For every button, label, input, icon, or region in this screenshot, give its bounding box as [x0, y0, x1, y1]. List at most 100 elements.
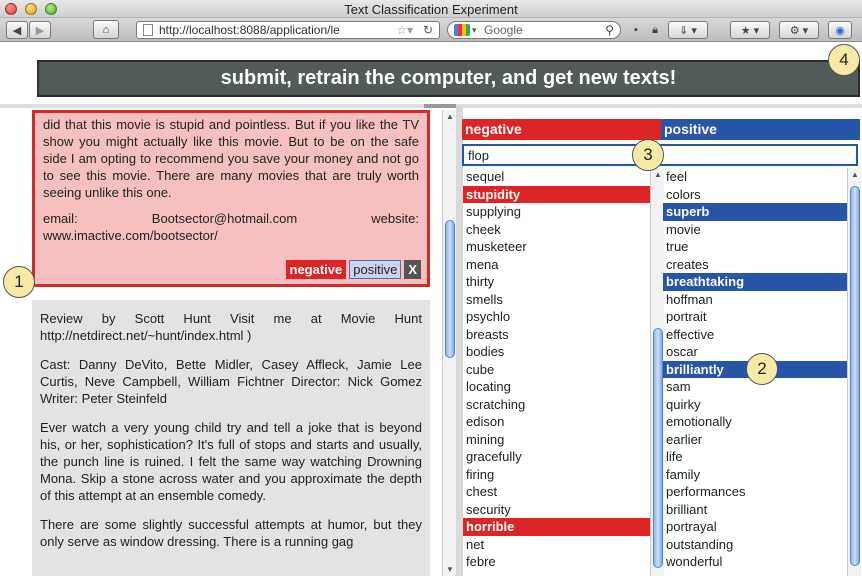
- bookmarks-button[interactable]: ★ ▾: [730, 21, 770, 39]
- word-item[interactable]: breasts: [463, 326, 650, 344]
- word-item[interactable]: effective: [663, 326, 850, 344]
- forward-arrow-icon: ▶: [35, 24, 45, 37]
- positive-list-scrollbar[interactable]: ▲: [847, 168, 861, 576]
- word-item[interactable]: superb: [663, 203, 850, 221]
- download-button[interactable]: ⇓ ▾: [668, 21, 708, 39]
- word-item[interactable]: performances: [663, 483, 850, 501]
- word-item[interactable]: wonderful: [663, 553, 850, 571]
- word-item[interactable]: bodies: [463, 343, 650, 361]
- review-text: Review by Scott Hunt Visit me at Movie H…: [40, 311, 422, 343]
- word-item[interactable]: supplying: [463, 203, 650, 221]
- word-item[interactable]: outstanding: [663, 536, 850, 554]
- reviews-pane: did that this movie is stupid and pointl…: [20, 110, 440, 576]
- url-bar[interactable]: http://localhost:8088/application/le ☆▾ …: [136, 21, 440, 39]
- scroll-thumb[interactable]: [653, 328, 663, 568]
- word-item[interactable]: breathtaking: [663, 273, 850, 291]
- word-item[interactable]: portrayal: [663, 518, 850, 536]
- tabs-icon[interactable]: ▪: [627, 21, 645, 39]
- word-item[interactable]: cube: [463, 361, 650, 379]
- word-item[interactable]: creates: [663, 256, 850, 274]
- word-item[interactable]: net: [463, 536, 650, 554]
- extension-button[interactable]: ◉: [828, 21, 852, 39]
- google-icon: [454, 24, 470, 36]
- callout-3: 3: [632, 139, 664, 171]
- word-item[interactable]: chest: [463, 483, 650, 501]
- word-item[interactable]: psychlo: [463, 308, 650, 326]
- word-item[interactable]: cheek: [463, 221, 650, 239]
- label-negative-button[interactable]: negative: [285, 260, 347, 279]
- home-button[interactable]: ⌂: [93, 20, 119, 39]
- word-item[interactable]: thirty: [463, 273, 650, 291]
- splitter-grip[interactable]: [424, 104, 456, 108]
- review-card-negative[interactable]: did that this movie is stupid and pointl…: [32, 110, 430, 287]
- forward-button[interactable]: ▶: [29, 21, 51, 39]
- extension-icon: ◉: [835, 24, 845, 37]
- home-icon: ⌂: [102, 23, 110, 36]
- scroll-up-icon[interactable]: ▲: [848, 170, 862, 179]
- word-item[interactable]: movie: [663, 221, 850, 239]
- review-label-buttons: negative positive X: [285, 260, 421, 279]
- word-item[interactable]: stupidity: [463, 185, 650, 203]
- negative-list-scrollbar[interactable]: ▲: [650, 168, 664, 576]
- positive-column-header: positive: [661, 119, 860, 140]
- email-label: email:: [43, 211, 78, 226]
- word-item[interactable]: security: [463, 501, 650, 519]
- download-icon: ⇓ ▾: [679, 24, 697, 37]
- back-arrow-icon: ◀: [12, 24, 22, 37]
- search-bar[interactable]: ▾ Google ⚲: [447, 21, 621, 39]
- review-contact-line: email: Bootsector@hotmail.com website:: [43, 210, 419, 227]
- word-item[interactable]: earlier: [663, 431, 850, 449]
- remove-review-button[interactable]: X: [404, 260, 421, 279]
- word-item[interactable]: febre: [463, 553, 650, 571]
- word-item[interactable]: mena: [463, 256, 650, 274]
- submit-retrain-button[interactable]: submit, retrain the computer, and get ne…: [37, 60, 860, 97]
- word-item[interactable]: edison: [463, 413, 650, 431]
- callout-4: 4: [828, 44, 860, 76]
- review-card-unlabeled[interactable]: Review by Scott Hunt Visit me at Movie H…: [32, 300, 430, 576]
- word-item[interactable]: locating: [463, 378, 650, 396]
- scroll-thumb[interactable]: [445, 220, 455, 358]
- bookmarks-icon: ★ ▾: [740, 24, 760, 37]
- website-value: www.imactive.com/bootsector/: [43, 228, 218, 243]
- word-item[interactable]: portrait: [663, 308, 850, 326]
- negative-column-header: negative: [462, 119, 661, 140]
- review-text: Cast: Danny DeVito, Bette Midler, Casey …: [40, 357, 422, 406]
- review-text: There are some slightly successful attem…: [40, 517, 422, 549]
- word-item[interactable]: feel: [663, 168, 850, 186]
- pane-splitter-vertical[interactable]: [456, 106, 463, 576]
- scroll-up-icon[interactable]: ▲: [443, 112, 457, 121]
- word-item[interactable]: true: [663, 238, 850, 256]
- word-item[interactable]: brilliant: [663, 501, 850, 519]
- lock-icon: 🔒︎: [652, 23, 658, 36]
- search-icon[interactable]: ⚲: [605, 22, 614, 38]
- website-label: website:: [371, 211, 419, 226]
- label-positive-button[interactable]: positive: [349, 260, 402, 279]
- word-item[interactable]: life: [663, 448, 850, 466]
- word-item[interactable]: musketeer: [463, 238, 650, 256]
- search-engine-dropdown-icon[interactable]: ▾: [472, 22, 477, 38]
- review-text: Ever watch a very young child try and te…: [40, 420, 422, 503]
- url-text: http://localhost:8088/application/le: [159, 23, 340, 37]
- word-item[interactable]: scratching: [463, 396, 650, 414]
- word-item[interactable]: quirky: [663, 396, 850, 414]
- callout-1: 1: [3, 266, 35, 298]
- word-item[interactable]: family: [663, 466, 850, 484]
- word-item[interactable]: hoffman: [663, 291, 850, 309]
- word-item[interactable]: colors: [663, 186, 850, 204]
- reload-icon[interactable]: ↻: [423, 22, 433, 38]
- callout-2: 2: [746, 353, 778, 385]
- reviews-scrollbar[interactable]: ▲ ▼: [442, 110, 456, 576]
- word-item[interactable]: sequel: [463, 168, 650, 186]
- word-item[interactable]: mining: [463, 431, 650, 449]
- word-item[interactable]: smells: [463, 291, 650, 309]
- word-item[interactable]: emotionally: [663, 413, 850, 431]
- word-item[interactable]: gracefully: [463, 448, 650, 466]
- word-item[interactable]: firing: [463, 466, 650, 484]
- email-value: Bootsector@hotmail.com: [151, 211, 298, 226]
- tools-button[interactable]: ⚙ ▾: [779, 21, 819, 39]
- scroll-down-icon[interactable]: ▼: [443, 565, 457, 574]
- word-item[interactable]: horrible: [463, 518, 650, 536]
- scroll-thumb[interactable]: [850, 186, 860, 566]
- bookmark-star-icon[interactable]: ☆▾: [396, 22, 413, 38]
- back-button[interactable]: ◀: [6, 21, 28, 39]
